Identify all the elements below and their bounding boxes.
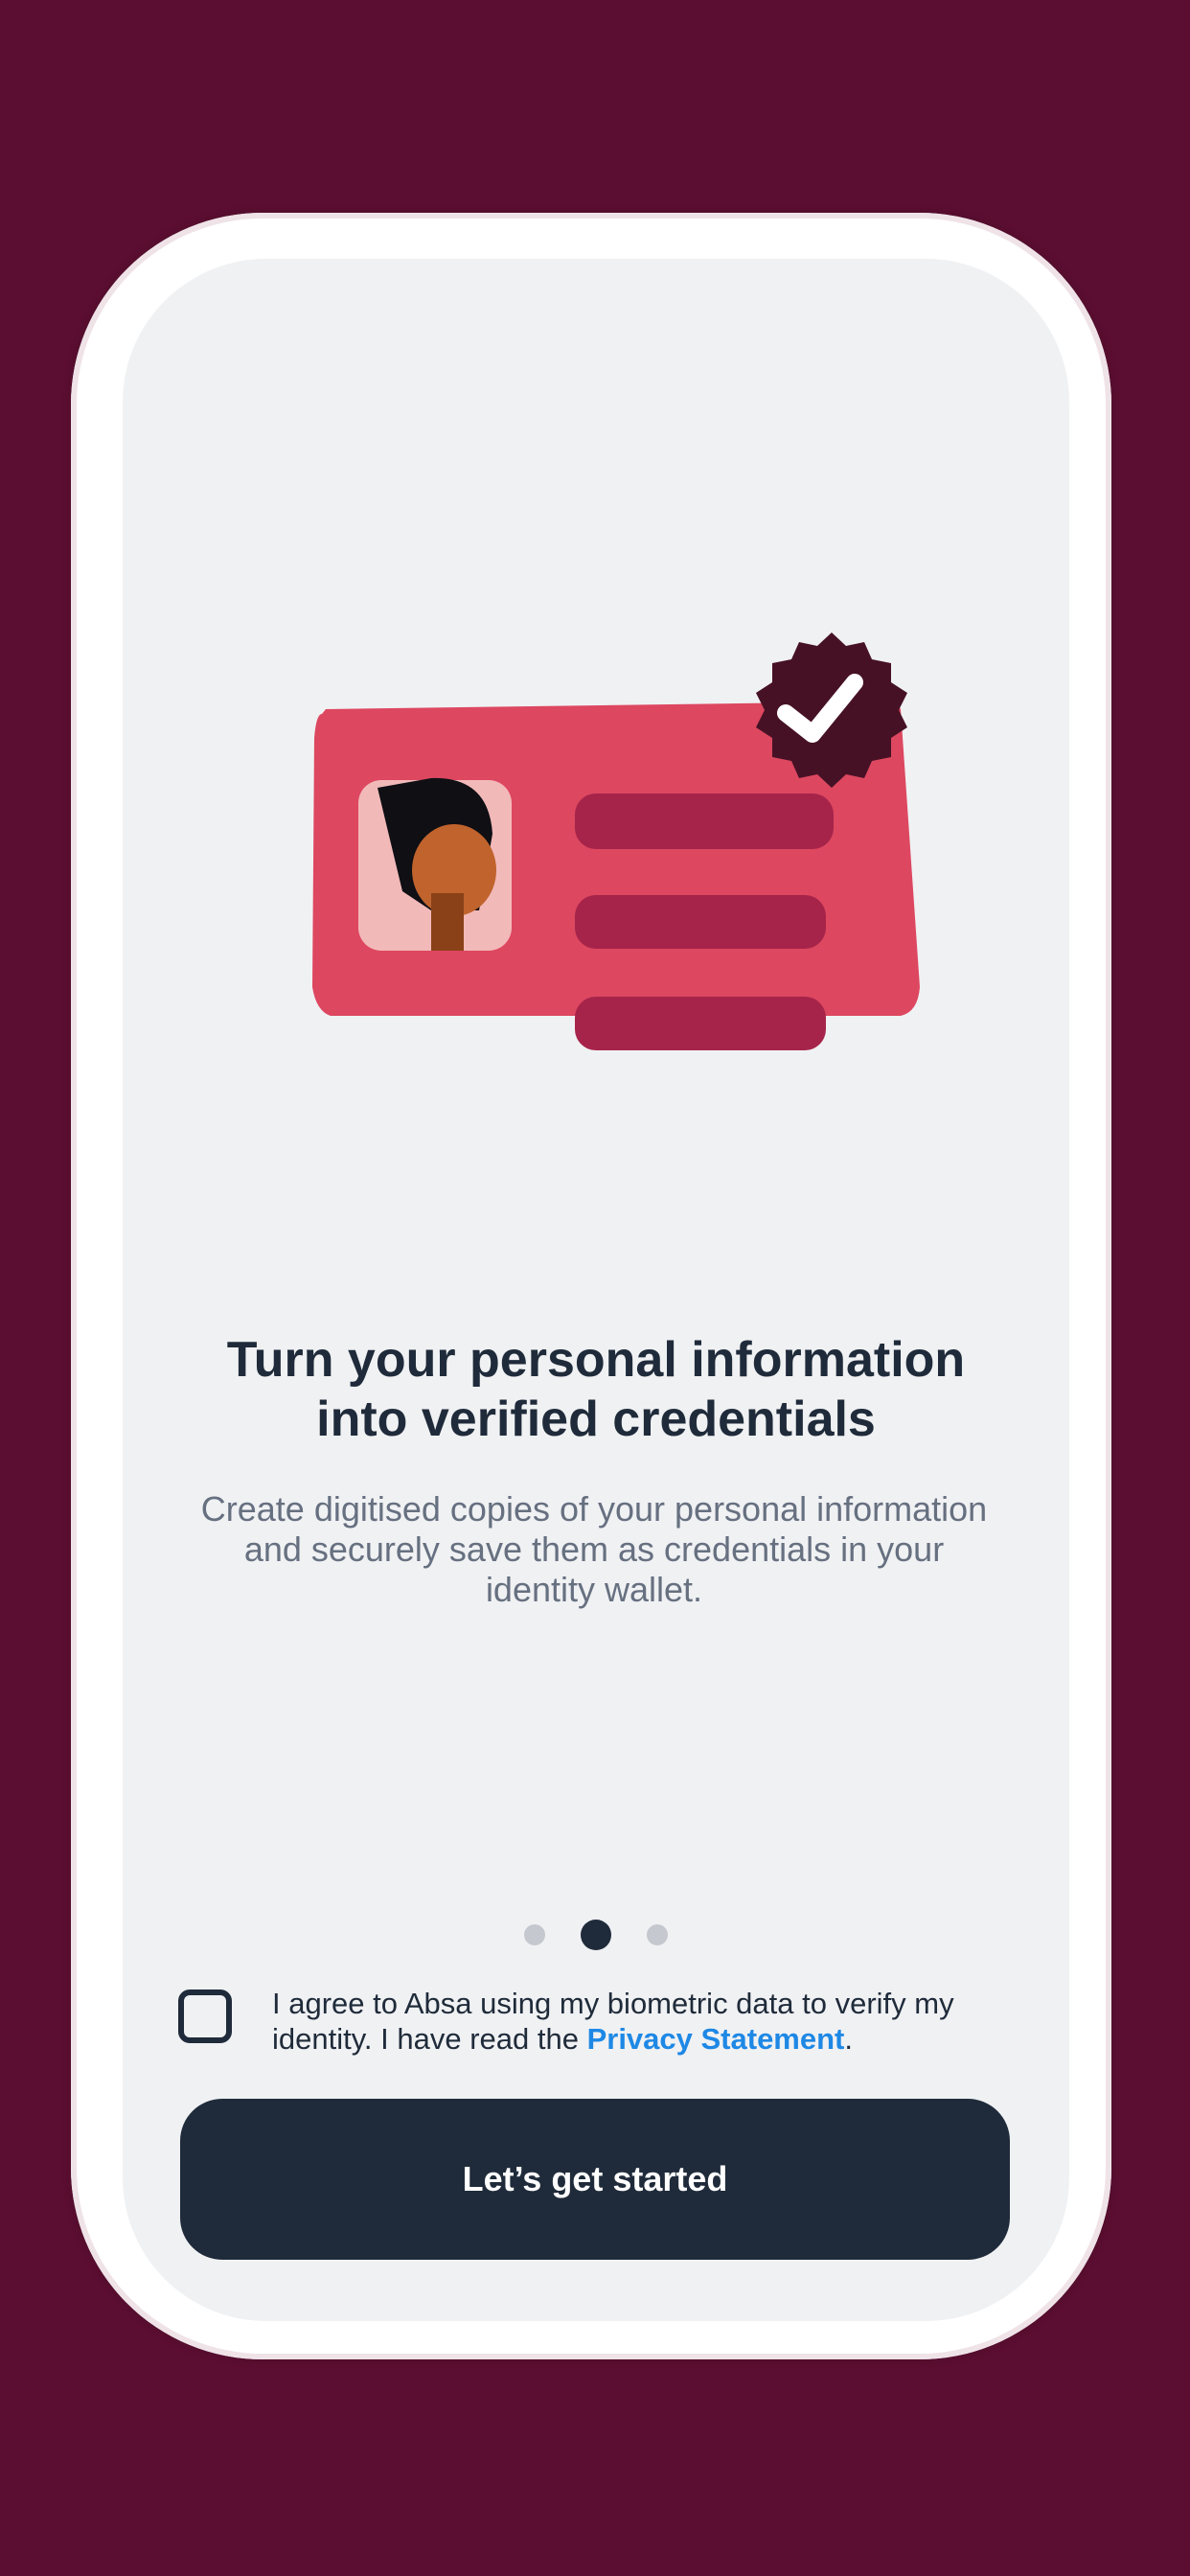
consent-row: I agree to Absa using my biometric data … xyxy=(178,1986,1021,2062)
description-line-3: identity wallet. xyxy=(485,1570,703,1609)
page-title: Turn your personal information into veri… xyxy=(123,1330,1069,1449)
page-dot-1[interactable] xyxy=(524,1924,545,1945)
title-line-2: into verified credentials xyxy=(316,1392,876,1447)
consent-text-line-1: I agree to Absa using my biometric data … xyxy=(272,1987,954,2020)
consent-text-line-2: identity. I have read the xyxy=(272,2022,587,2056)
page-dot-2-active[interactable] xyxy=(581,1920,611,1950)
neck-shape xyxy=(431,893,464,951)
consent-text: I agree to Absa using my biometric data … xyxy=(272,1986,1029,2057)
page-description: Create digitised copies of your personal… xyxy=(172,1489,1016,1610)
description-line-1: Create digitised copies of your personal… xyxy=(200,1489,988,1529)
info-bar-3 xyxy=(575,997,826,1050)
info-bar-2 xyxy=(575,895,826,949)
page-indicator xyxy=(0,1919,1190,1951)
page-dot-3[interactable] xyxy=(647,1924,668,1945)
description-line-2: and securely save them as credentials in… xyxy=(243,1530,945,1569)
consent-checkbox[interactable] xyxy=(178,1990,232,2043)
get-started-button[interactable]: Let’s get started xyxy=(180,2099,1010,2260)
verified-id-card-illustration xyxy=(312,632,920,1050)
privacy-statement-link[interactable]: Privacy Statement xyxy=(587,2022,845,2056)
consent-text-suffix: . xyxy=(844,2022,854,2056)
title-line-1: Turn your personal information xyxy=(226,1332,966,1388)
info-bar-1 xyxy=(575,794,834,849)
